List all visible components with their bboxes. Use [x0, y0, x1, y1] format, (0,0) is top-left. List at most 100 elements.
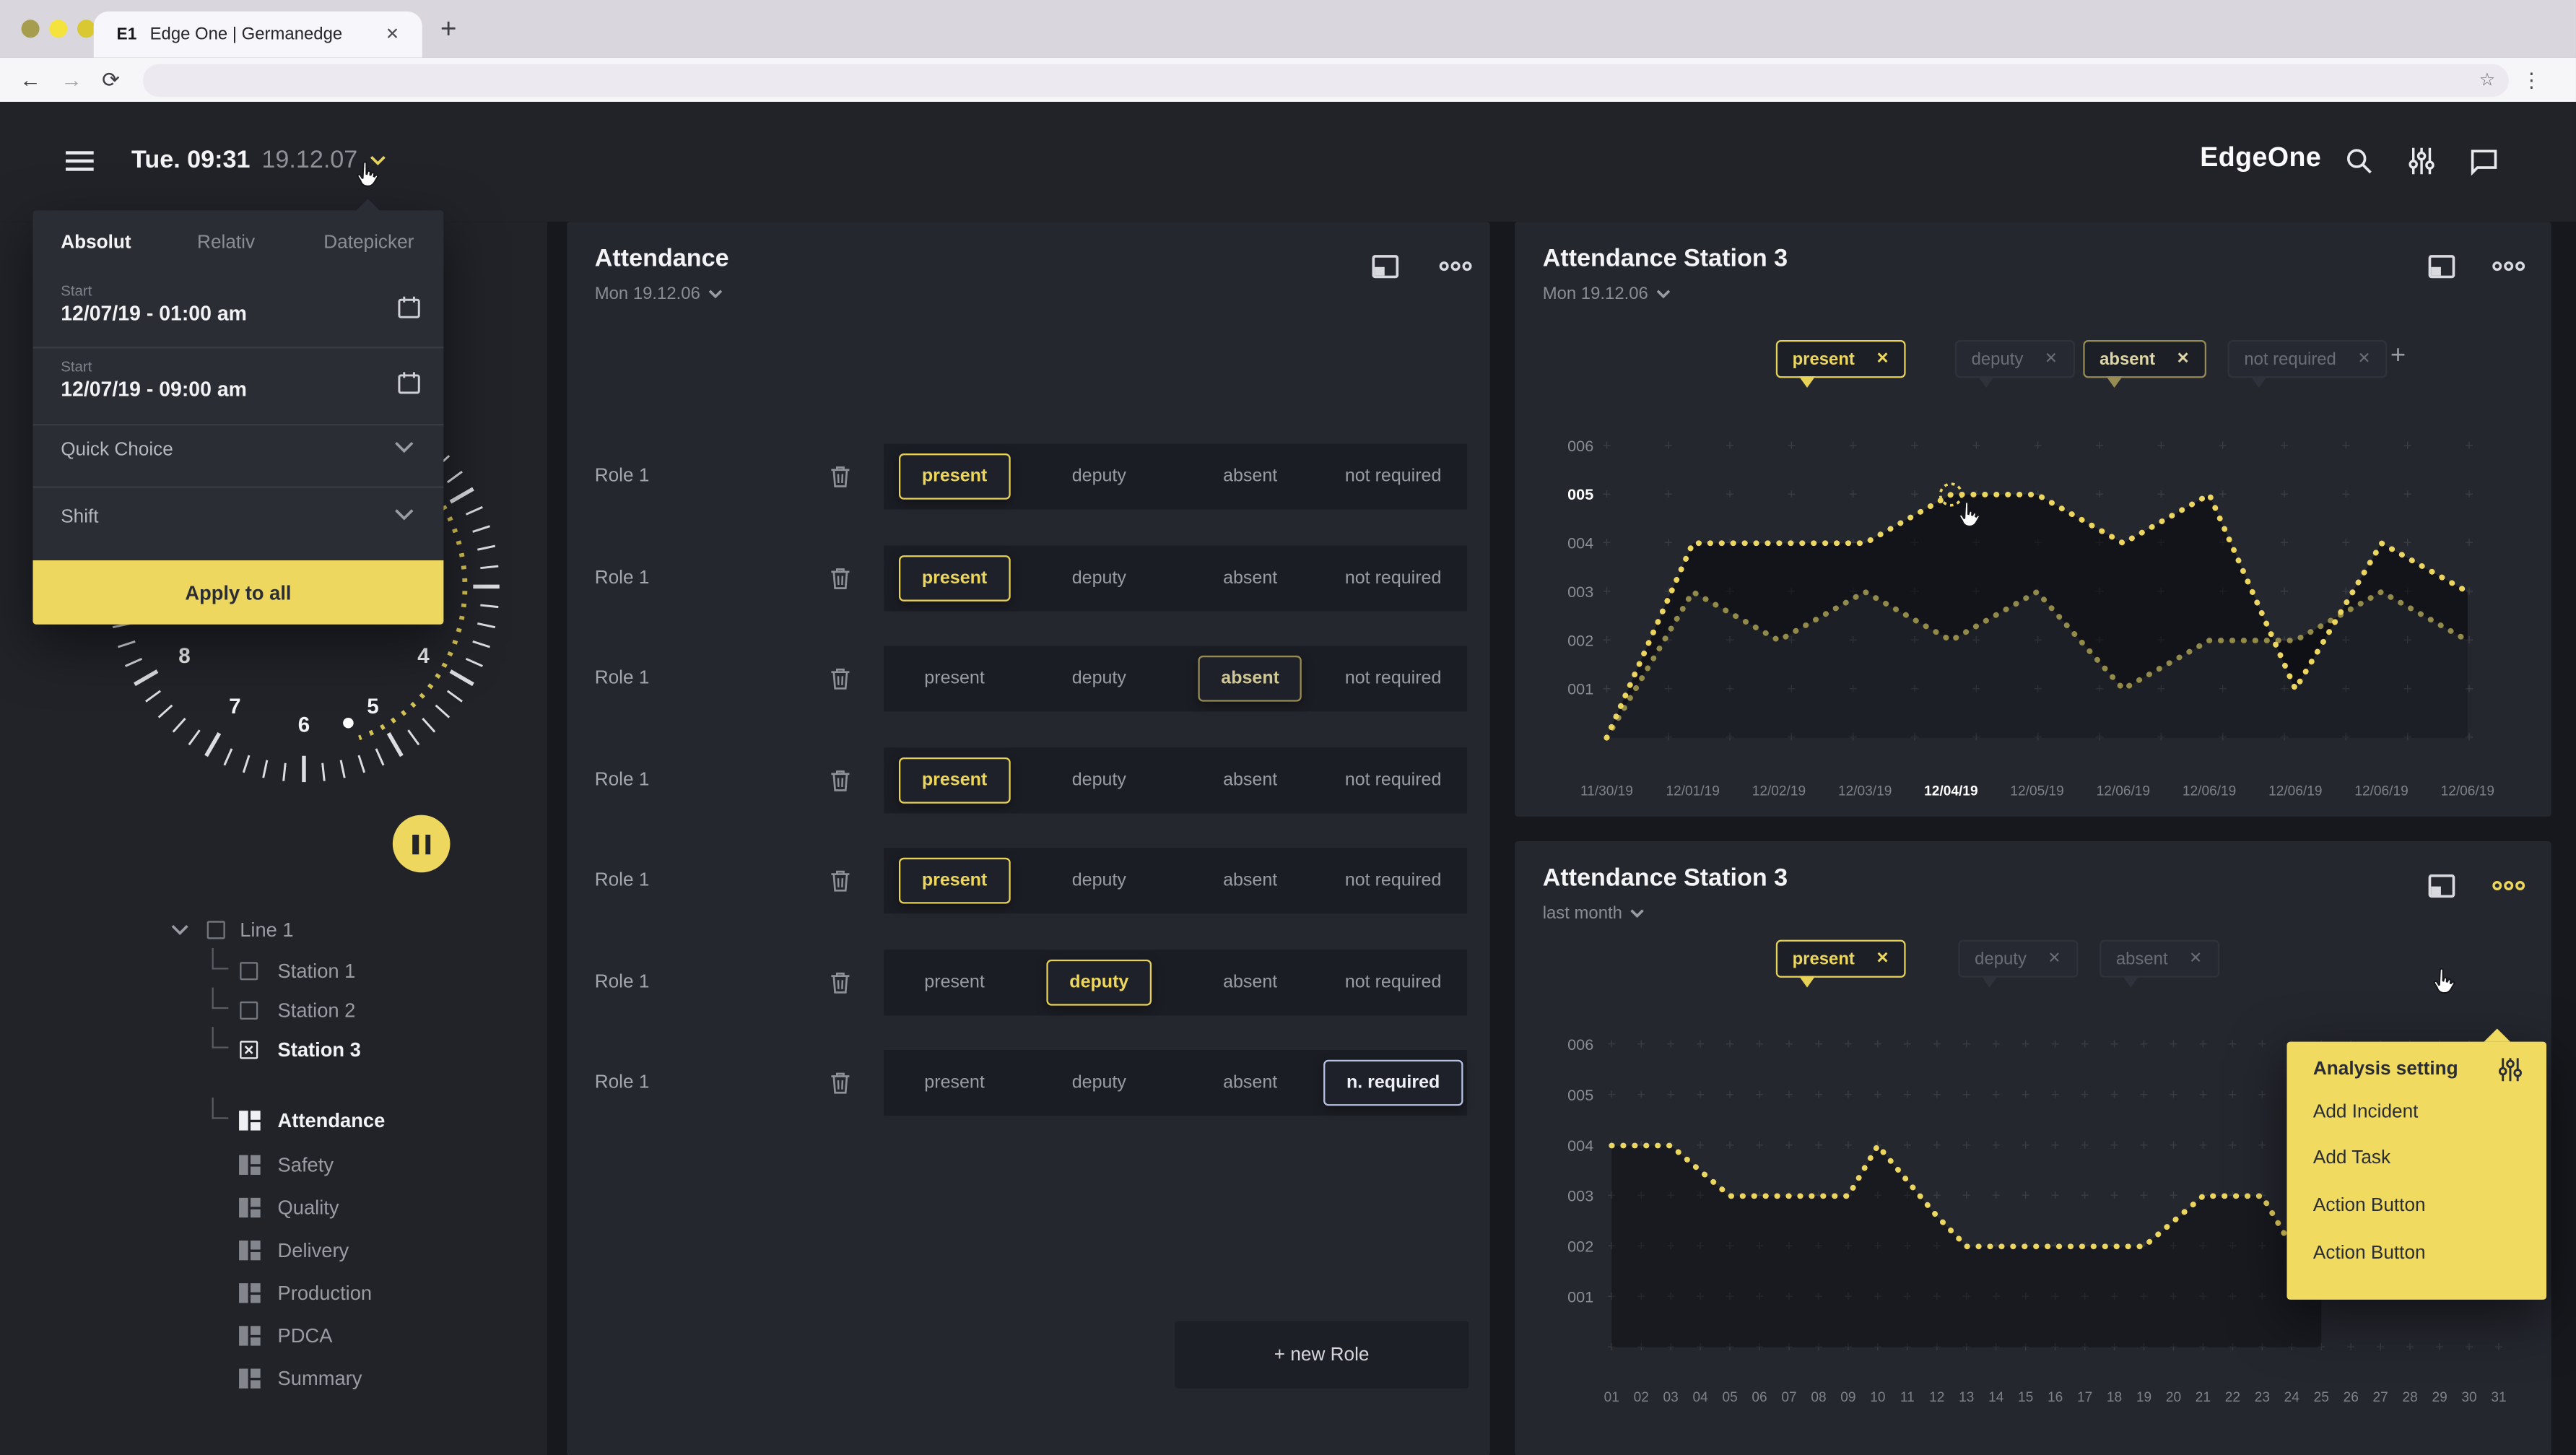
- chip-remove-icon[interactable]: ✕: [2048, 950, 2061, 968]
- shift-row[interactable]: Shift: [61, 501, 98, 531]
- reload-icon[interactable]: ⟳: [102, 66, 120, 92]
- sidebar-item-safety[interactable]: Safety: [0, 1145, 547, 1185]
- browser-menu-icon[interactable]: ⋮: [2522, 68, 2541, 91]
- trash-icon[interactable]: [830, 566, 851, 591]
- sidebar-item-pdca[interactable]: PDCA: [0, 1316, 547, 1356]
- trash-icon[interactable]: [830, 768, 851, 793]
- option-notrequired[interactable]: not required: [1345, 770, 1442, 790]
- chip-remove-icon[interactable]: ✕: [2189, 950, 2202, 968]
- datepicker-tab-datepicker[interactable]: Datepicker: [323, 233, 414, 253]
- search-icon[interactable]: [2344, 147, 2374, 176]
- filter-chip-absent[interactable]: absent✕: [2099, 940, 2219, 978]
- datepicker-tab-absolut[interactable]: Absolut: [61, 233, 131, 253]
- trash-icon[interactable]: [830, 970, 851, 995]
- more-options-icon-active[interactable]: [2491, 879, 2527, 892]
- datepicker-tab-relativ[interactable]: Relativ: [197, 233, 255, 253]
- trash-icon[interactable]: [830, 464, 851, 489]
- filter-chip-absent[interactable]: absent✕: [2083, 340, 2206, 378]
- option-selected-absent[interactable]: absent: [1198, 656, 1302, 702]
- time-range-selector[interactable]: Tue. 09:31 19.12.07: [131, 147, 386, 175]
- option-notrequired[interactable]: not required: [1345, 568, 1442, 588]
- more-options-icon[interactable]: [2491, 260, 2527, 273]
- option-deputy[interactable]: deputy: [1072, 466, 1126, 486]
- option-selected-present[interactable]: present: [899, 858, 1010, 904]
- sidebar-item-quality[interactable]: Quality: [0, 1188, 547, 1228]
- hamburger-menu-icon[interactable]: [66, 151, 94, 170]
- filter-sliders-icon[interactable]: [2407, 147, 2437, 176]
- checkbox-icon[interactable]: [240, 1002, 258, 1020]
- option-absent[interactable]: absent: [1223, 1073, 1277, 1093]
- add-filter-icon[interactable]: +: [2390, 342, 2406, 371]
- trash-icon[interactable]: [830, 666, 851, 691]
- chip-remove-icon[interactable]: ✕: [1876, 350, 1889, 368]
- option-selected-present[interactable]: present: [899, 555, 1010, 601]
- option-deputy[interactable]: deputy: [1072, 871, 1126, 890]
- datetime-value[interactable]: 12/07/19 - 01:00 am: [61, 303, 247, 326]
- pause-button[interactable]: [393, 815, 451, 873]
- option-deputy[interactable]: deputy: [1072, 669, 1126, 688]
- sidebar-item-summary[interactable]: Summary: [0, 1359, 547, 1399]
- chat-icon[interactable]: [2469, 147, 2499, 176]
- checkbox-icon[interactable]: [240, 962, 258, 980]
- expand-widget-icon[interactable]: [2428, 255, 2456, 279]
- menu-item-action-button[interactable]: Action Button: [2313, 1235, 2426, 1272]
- new-role-button[interactable]: + new Role: [1175, 1321, 1468, 1389]
- option-absent[interactable]: absent: [1223, 568, 1277, 588]
- option-absent[interactable]: absent: [1223, 973, 1277, 992]
- filter-chip-not-required[interactable]: not required✕: [2228, 340, 2388, 378]
- filter-chip-present[interactable]: present✕: [1776, 340, 1906, 378]
- window-close-button[interactable]: [22, 19, 40, 38]
- window-zoom-button[interactable]: [77, 19, 95, 38]
- chip-remove-icon[interactable]: ✕: [1876, 950, 1889, 968]
- sidebar-item-production[interactable]: Production: [0, 1274, 547, 1313]
- quick-choice-row[interactable]: Quick Choice: [61, 434, 173, 464]
- menu-item-action-button[interactable]: Action Button: [2313, 1188, 2426, 1224]
- expand-widget-icon[interactable]: [2428, 874, 2456, 899]
- filter-chip-present[interactable]: present✕: [1776, 940, 1906, 978]
- menu-item-add-incident[interactable]: Add Incident: [2313, 1094, 2418, 1130]
- chip-remove-icon[interactable]: ✕: [2177, 350, 2190, 368]
- sidebar-item-station-2[interactable]: Station 2: [0, 991, 547, 1030]
- option-notrequired[interactable]: not required: [1345, 669, 1442, 688]
- card-range-selector[interactable]: last month: [1543, 904, 1645, 924]
- menu-item-add-task[interactable]: Add Task: [2313, 1140, 2390, 1176]
- sidebar-item-station-1[interactable]: Station 1: [0, 952, 547, 991]
- chevron-down-icon[interactable]: [394, 508, 414, 521]
- chevron-down-icon[interactable]: [171, 924, 189, 937]
- option-deputy[interactable]: deputy: [1072, 568, 1126, 588]
- option-absent[interactable]: absent: [1223, 466, 1277, 486]
- address-bar[interactable]: ☆: [143, 64, 2509, 97]
- trash-icon[interactable]: [830, 1070, 851, 1095]
- sidebar-item-delivery[interactable]: Delivery: [0, 1230, 547, 1270]
- option-selected-present[interactable]: present: [899, 453, 1010, 500]
- chip-remove-icon[interactable]: ✕: [2357, 350, 2370, 368]
- back-icon[interactable]: ←: [19, 67, 41, 92]
- filter-chip-deputy[interactable]: deputy✕: [1955, 340, 2074, 378]
- sidebar-item-attendance[interactable]: Attendance: [0, 1101, 547, 1141]
- option-deputy[interactable]: deputy: [1072, 770, 1126, 790]
- option-notrequired[interactable]: not required: [1345, 871, 1442, 890]
- chevron-down-icon[interactable]: [394, 440, 414, 453]
- card-date-selector[interactable]: Mon 19.12.06: [1543, 285, 1671, 304]
- sidebar-item-station-3[interactable]: Station 3: [0, 1030, 547, 1070]
- trash-icon[interactable]: [830, 869, 851, 893]
- browser-tab[interactable]: E1 Edge One | Germanedge ✕: [94, 12, 422, 58]
- option-present[interactable]: present: [924, 1073, 985, 1093]
- filter-chip-deputy[interactable]: deputy✕: [1958, 940, 2077, 978]
- forward-icon[interactable]: →: [61, 67, 82, 92]
- option-absent[interactable]: absent: [1223, 770, 1277, 790]
- option-present[interactable]: present: [924, 669, 985, 688]
- checkbox-icon[interactable]: [207, 921, 225, 939]
- bookmark-star-icon[interactable]: ☆: [2479, 69, 2495, 91]
- option-selected-nrequired[interactable]: n. required: [1323, 1060, 1463, 1106]
- new-tab-button[interactable]: +: [440, 14, 457, 43]
- calendar-icon[interactable]: [398, 296, 421, 319]
- chip-remove-icon[interactable]: ✕: [2045, 350, 2058, 368]
- option-deputy[interactable]: deputy: [1072, 1073, 1126, 1093]
- close-tab-icon[interactable]: ✕: [379, 22, 406, 47]
- checkbox-checked-icon[interactable]: [240, 1041, 258, 1059]
- menu-item-analysis-setting[interactable]: Analysis setting: [2313, 1051, 2458, 1087]
- window-minimize-button[interactable]: [49, 19, 67, 38]
- option-notrequired[interactable]: not required: [1345, 466, 1442, 486]
- apply-to-all-button[interactable]: Apply to all: [33, 560, 444, 625]
